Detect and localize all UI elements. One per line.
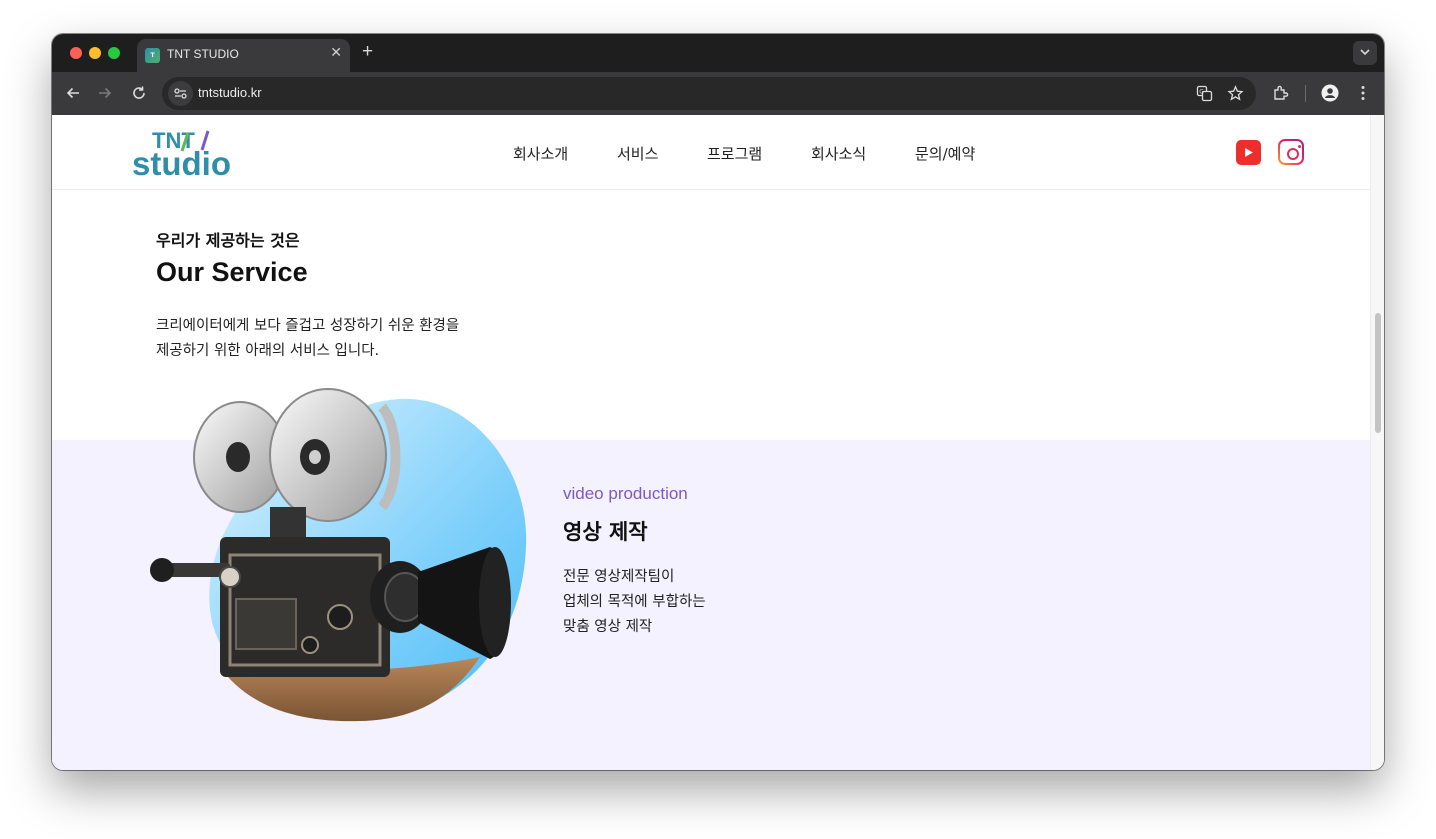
service-english-label: video production	[563, 484, 688, 503]
reload-icon[interactable]	[130, 84, 148, 102]
page-scrollbar[interactable]	[1370, 115, 1384, 770]
site-info-button[interactable]	[168, 81, 193, 106]
youtube-icon[interactable]	[1236, 140, 1261, 165]
more-menu-icon[interactable]	[1354, 84, 1372, 102]
web-page: TNT studio 회사소개 서비스 프로그램 회사소식 문의/예약 우리가 …	[52, 115, 1384, 770]
service-description-line: 전문 영상제작팀이	[563, 569, 675, 585]
window-minimize-button[interactable]	[89, 47, 101, 59]
forward-arrow-icon[interactable]	[96, 84, 114, 102]
service-description-line: 맞춤 영상 제작	[563, 619, 653, 635]
service-description-line: 업체의 목적에 부합하는	[563, 594, 706, 610]
translate-icon[interactable]: G	[1196, 85, 1213, 102]
profile-avatar-icon[interactable]	[1321, 84, 1339, 102]
tab-strip: T TNT STUDIO ✕ +	[52, 34, 1384, 72]
instagram-icon[interactable]	[1278, 139, 1304, 165]
section-eyebrow: 우리가 제공하는 것은	[156, 231, 300, 250]
back-arrow-icon[interactable]	[64, 84, 82, 102]
tnt-studio-logo[interactable]: TNT studio	[132, 127, 244, 182]
scrollbar-thumb[interactable]	[1375, 313, 1381, 433]
tune-icon	[174, 88, 187, 99]
site-favicon-icon: T	[145, 48, 160, 63]
tab-close-icon[interactable]: ✕	[330, 45, 342, 61]
url-text[interactable]: tntstudio.kr	[198, 85, 262, 100]
nav-item-about[interactable]: 회사소개	[513, 143, 568, 164]
window-close-button[interactable]	[70, 47, 82, 59]
window-maximize-button[interactable]	[108, 47, 120, 59]
section-description-line: 크리에이터에게 보다 즐겁고 성장하기 쉬운 환경을	[156, 318, 460, 334]
nav-item-program[interactable]: 프로그램	[707, 143, 762, 164]
tab-search-button[interactable]	[1353, 41, 1377, 65]
service-title: 영상 제작	[563, 520, 648, 544]
new-tab-button[interactable]: +	[362, 41, 373, 63]
film-camera-illustration	[150, 388, 527, 722]
extensions-puzzle-icon[interactable]	[1272, 84, 1290, 102]
address-bar[interactable]: tntstudio.kr G	[162, 77, 1256, 110]
nav-item-service[interactable]: 서비스	[617, 143, 658, 164]
svg-text:G: G	[1199, 89, 1204, 96]
browser-tab[interactable]: T TNT STUDIO ✕	[137, 39, 350, 72]
section-description-line: 제공하기 위한 아래의 서비스 입니다.	[156, 343, 380, 359]
site-header: TNT studio 회사소개 서비스 프로그램 회사소식 문의/예약	[52, 115, 1370, 190]
chevron-down-icon	[1360, 49, 1370, 56]
bookmark-star-icon[interactable]	[1227, 85, 1244, 102]
browser-toolbar: tntstudio.kr G	[52, 72, 1384, 115]
browser-window: T TNT STUDIO ✕ + tntstudio.kr G TNT stud…	[52, 34, 1384, 770]
nav-item-contact[interactable]: 문의/예약	[915, 143, 975, 164]
toolbar-divider	[1305, 85, 1306, 102]
section-title: Our Service	[156, 257, 308, 287]
tab-title: TNT STUDIO	[167, 47, 239, 61]
nav-item-news[interactable]: 회사소식	[811, 143, 866, 164]
